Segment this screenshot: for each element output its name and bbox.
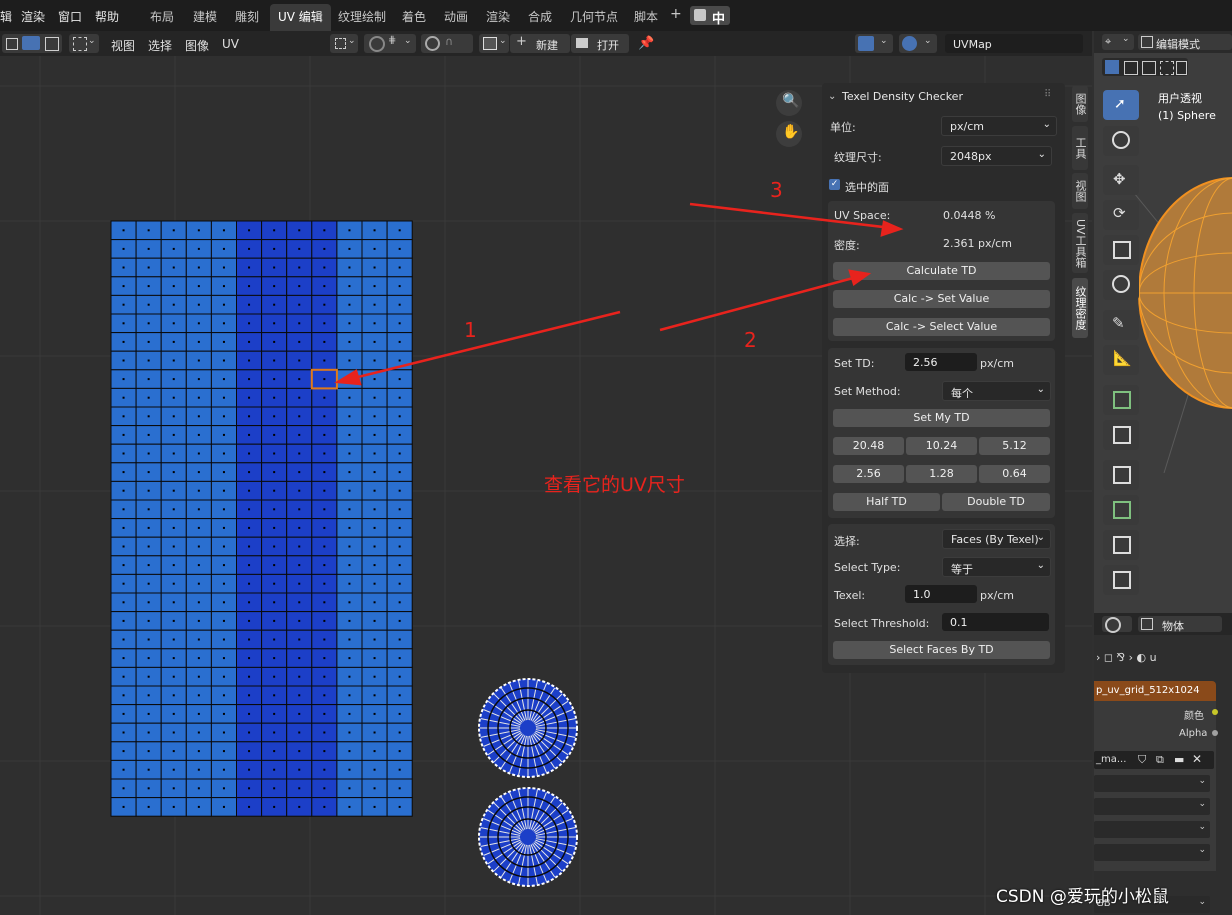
tool-select-box[interactable]: ➚ <box>1103 90 1139 120</box>
annotation-arrowhead-2 <box>848 269 872 287</box>
select-intersect-icon[interactable] <box>1176 61 1187 75</box>
edit-mode-icon <box>1141 36 1153 48</box>
viewport-header: ⌖ ⌄ 编辑模式 <box>1094 31 1232 53</box>
image-node-title: p_uv_grid_512x1024 <box>1096 685 1200 696</box>
fake-user-icon[interactable]: ⛉ <box>1138 753 1146 767</box>
extrude-icon <box>1113 426 1131 444</box>
object-name: (1) Sphere <box>1158 109 1216 122</box>
annotation-arrow-2 <box>659 272 869 332</box>
mode-dropdown[interactable]: 编辑模式 <box>1138 34 1232 51</box>
view-name: 用户透视 <box>1158 92 1202 105</box>
breadcrumb-arrow-icon: › ◻ ⅋ › ◐ <box>1096 651 1150 664</box>
chevron-down-icon: ⌄ <box>1122 34 1130 44</box>
loop-cut-icon <box>1113 536 1131 554</box>
chevron-down-icon: ⌄ <box>1198 776 1206 786</box>
interpolation-dropdown[interactable]: ⌄ <box>1094 798 1210 815</box>
image-node-body: 颜色 Alpha _ma... ⛉ ⧉ ▬ ✕ ⌄ ⌄ ⌄ ⌄ <box>1094 701 1218 871</box>
tool-inset[interactable] <box>1103 460 1139 490</box>
editor-type-dropdown[interactable]: ⌖ ⌄ <box>1102 34 1134 50</box>
properties-icon <box>1105 617 1121 633</box>
select-invert-icon[interactable] <box>1160 61 1174 75</box>
annotation-label-2: 2 <box>744 328 757 352</box>
annotation-note: 查看它的UV尺寸 <box>544 474 685 496</box>
select-subtract-icon[interactable] <box>1142 61 1156 75</box>
image-datablock-field[interactable]: _ma... ⛉ ⧉ ▬ ✕ <box>1094 751 1214 769</box>
annotation-label-1: 1 <box>464 318 477 342</box>
tool-transform[interactable] <box>1103 270 1139 300</box>
tool-move[interactable]: ✥ <box>1103 165 1139 195</box>
tool-bevel[interactable] <box>1103 495 1139 525</box>
breadcrumb-end: u <box>1149 651 1157 664</box>
alpha-socket-icon[interactable] <box>1212 730 1218 736</box>
chevron-down-icon: ⌄ <box>1198 845 1206 855</box>
select-extend-icon[interactable] <box>1124 61 1138 75</box>
rotate-icon: ⟳ <box>1113 204 1126 222</box>
mode-label: 编辑模式 <box>1156 38 1200 51</box>
tool-cursor[interactable] <box>1103 126 1139 156</box>
transform-icon: ⌖ <box>1105 35 1112 48</box>
viewport-scene <box>1134 177 1232 473</box>
properties-editor: 物体 › ◻ ⅋ › ◐ u p_uv_grid_512x1024 颜色 Alp… <box>1094 613 1232 915</box>
scale-icon <box>1113 241 1131 259</box>
folder-icon[interactable]: ▬ <box>1174 753 1184 766</box>
object-mode-label: 物体 <box>1162 620 1184 633</box>
tool-extrude[interactable] <box>1103 420 1139 450</box>
extension-dropdown[interactable]: ⌄ <box>1094 844 1210 861</box>
source-dropdown[interactable]: ⌄ <box>1094 775 1210 792</box>
chevron-down-icon: ⌄ <box>1198 822 1206 832</box>
select-mode-toolbar[interactable] <box>1102 58 1188 76</box>
image-node-header[interactable]: p_uv_grid_512x1024 <box>1094 681 1216 701</box>
cursor-arrow-icon: ➚ <box>1114 96 1126 112</box>
tool-scale[interactable] <box>1103 235 1139 265</box>
annotation-arrow-1 <box>337 310 621 384</box>
annotate-pencil-icon: ✎ <box>1112 314 1125 332</box>
select-box-icon[interactable] <box>1105 60 1119 74</box>
color-socket-label: 颜色 <box>1184 711 1204 722</box>
add-cube-icon <box>1113 391 1131 409</box>
tool-measure[interactable]: 📐 <box>1103 345 1139 375</box>
annotation-overlay <box>334 202 904 386</box>
measure-ruler-icon: 📐 <box>1113 349 1132 367</box>
properties-header: 物体 <box>1094 613 1232 635</box>
object-mode-dropdown[interactable]: 物体 <box>1138 616 1222 633</box>
duplicate-icon[interactable]: ⧉ <box>1156 753 1164 767</box>
tool-loop-cut[interactable] <box>1103 530 1139 560</box>
tool-knife[interactable] <box>1103 565 1139 595</box>
color-socket-icon[interactable] <box>1212 709 1218 715</box>
tool-add-cube[interactable] <box>1103 385 1139 415</box>
projection-dropdown[interactable]: ⌄ <box>1094 821 1210 838</box>
close-icon[interactable]: ✕ <box>1192 752 1202 766</box>
tool-rotate[interactable]: ⟳ <box>1103 200 1139 230</box>
chevron-down-icon: ⌄ <box>1198 897 1206 907</box>
chevron-down-icon: ⌄ <box>1198 799 1206 809</box>
inset-icon <box>1113 466 1131 484</box>
object-icon <box>1141 618 1153 630</box>
knife-icon <box>1113 571 1131 589</box>
annotation-arrowhead-1 <box>334 369 362 386</box>
3d-cursor-icon <box>1112 131 1130 149</box>
alpha-socket-label: Alpha <box>1179 728 1208 739</box>
breadcrumb: › ◻ ⅋ › ◐ u <box>1096 651 1157 664</box>
annotation-label-3: 3 <box>770 178 783 202</box>
image-datablock-name: _ma... <box>1096 754 1127 765</box>
annotation-arrow-3 <box>689 202 901 231</box>
annotation-arrowhead-3 <box>880 220 904 237</box>
tool-annotate[interactable]: ✎ <box>1103 310 1139 340</box>
properties-type-dropdown[interactable] <box>1102 616 1132 633</box>
watermark: CSDN @爱玩的小松鼠 <box>996 887 1169 907</box>
bevel-icon <box>1113 501 1131 519</box>
move-icon: ✥ <box>1113 170 1126 188</box>
transform-icon <box>1112 275 1130 293</box>
